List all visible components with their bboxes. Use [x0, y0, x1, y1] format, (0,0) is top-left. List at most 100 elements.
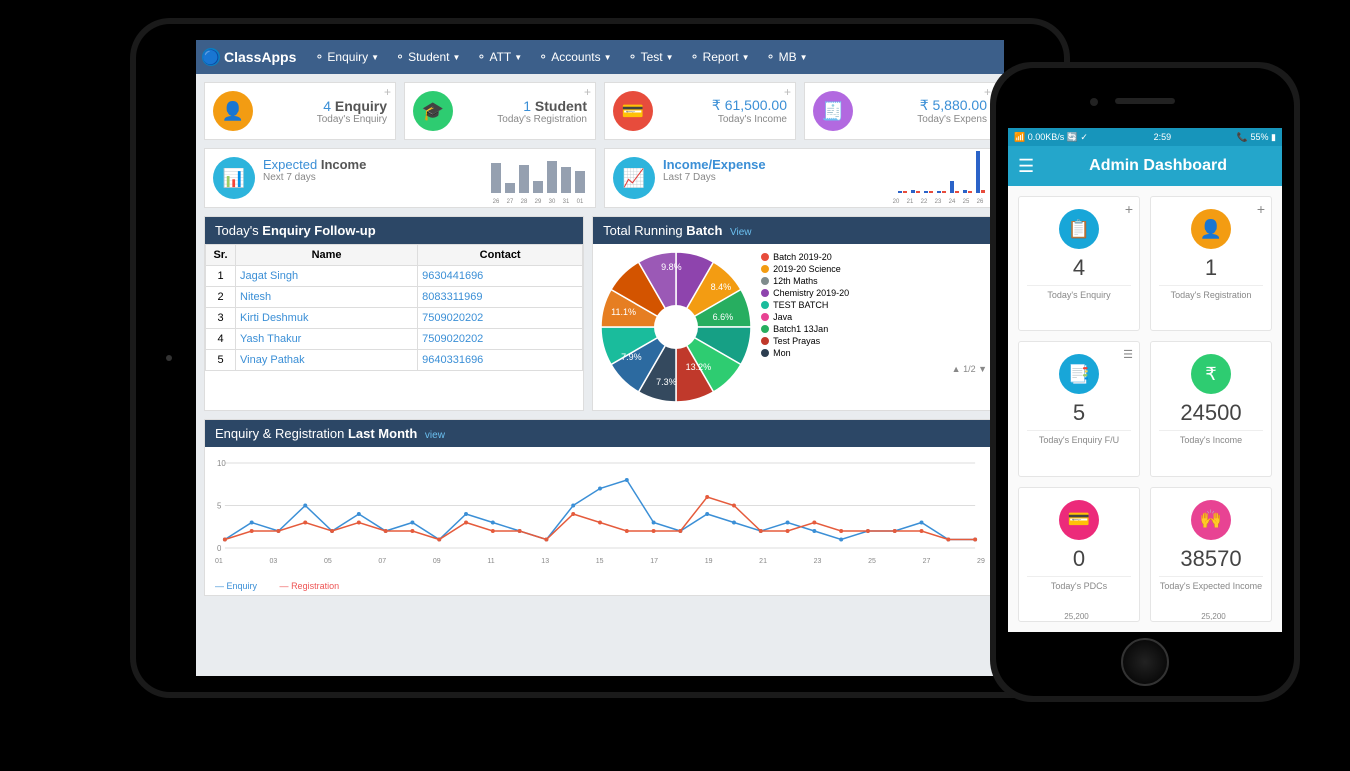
legend-item: Batch1 13Jan	[761, 324, 987, 334]
legend-item: 2019-20 Science	[761, 264, 987, 274]
list-icon[interactable]: ☰	[1123, 348, 1133, 361]
brand-icon: 🔵	[202, 48, 220, 66]
mid-row: Today's Enquiry Follow-up Sr. Name Conta…	[204, 216, 996, 411]
tile-icon: 👤	[1191, 209, 1231, 249]
tablet-device: 🔵 ClassApps ⚬ Enquiry ▼⚬ Student ▼⚬ ATT …	[130, 18, 1070, 698]
last-month-panel: Enquiry & Registration Last Month view 0…	[204, 419, 996, 596]
tile[interactable]: +📋4Today's Enquiry	[1018, 196, 1140, 331]
nav-report[interactable]: ⚬ Report ▼	[682, 50, 758, 64]
plus-icon[interactable]: +	[784, 85, 791, 99]
plus-icon[interactable]: +	[1257, 201, 1265, 217]
table-row: 2Nitesh8083311969	[206, 287, 583, 308]
plus-icon[interactable]: +	[584, 85, 591, 99]
phone-bezel: 📶 0.00KB/s 🔄 ✓ 2:59 📞 55% ▮ ☰ Admin Dash…	[996, 68, 1294, 696]
legend-pager[interactable]: ▲ 1/2 ▼	[761, 364, 987, 374]
plus-icon[interactable]: +	[1125, 201, 1133, 217]
phone-device: 📶 0.00KB/s 🔄 ✓ 2:59 📞 55% ▮ ☰ Admin Dash…	[990, 62, 1300, 702]
tile-label: Today's PDCs	[1027, 581, 1131, 591]
tile-value: 4	[1027, 255, 1131, 281]
income-expense-card: 📈 Income/Expense Last 7 Days 20212223242…	[604, 148, 996, 208]
tile[interactable]: ☰ 📑 5 Today's Enquiry F/U	[1018, 341, 1140, 476]
stat-icon: 🎓	[413, 91, 453, 131]
tile[interactable]: 🙌38570Today's Expected Income	[1150, 487, 1272, 622]
stat-icon: 🧾	[813, 91, 853, 131]
enquiry-contact-link[interactable]: 7509020202	[422, 312, 483, 324]
bar-chart-icon: 📈	[613, 157, 655, 199]
tablet-camera	[166, 355, 172, 361]
nav-mb[interactable]: ⚬ MB ▼	[758, 50, 816, 64]
batch-header: Total Running Batch View	[593, 217, 995, 244]
enquiry-contact-link[interactable]: 7509020202	[422, 333, 483, 345]
enquiry-followup-panel: Today's Enquiry Follow-up Sr. Name Conta…	[204, 216, 584, 411]
tile-label: Today's Enquiry F/U	[1027, 435, 1131, 445]
stat-card[interactable]: +💳₹ 61,500.00 Today's Income	[604, 82, 796, 140]
plus-icon[interactable]: +	[384, 85, 391, 99]
tile[interactable]: 💳 0 Today's PDCs	[1018, 487, 1140, 622]
enquiry-contact-link[interactable]: 8083311969	[422, 291, 482, 303]
tile-icon: 📑	[1059, 354, 1099, 394]
last-month-view[interactable]: view	[425, 430, 445, 441]
enquiry-contact-link[interactable]: 9640331696	[422, 354, 483, 366]
nav-enquiry[interactable]: ⚬ Enquiry ▼	[306, 50, 387, 64]
phone-camera	[1090, 98, 1098, 106]
status-bar: 📶 0.00KB/s 🔄 ✓ 2:59 📞 55% ▮	[1008, 128, 1282, 146]
line-legend: — Enquiry — Registration	[205, 577, 995, 595]
tile[interactable]: + 👤 1 Today's Registration	[1150, 196, 1272, 331]
nav-accounts[interactable]: ⚬ Accounts ▼	[530, 50, 619, 64]
phone-bottom: 25,200 25,200	[1008, 612, 1282, 632]
expected-labels: 26272829303101	[491, 199, 585, 205]
stat-icon: 👤	[213, 91, 253, 131]
tile-value: 0	[1027, 546, 1131, 572]
tile-label: Today's Expected Income	[1159, 581, 1263, 591]
legend-item: Batch 2019-20	[761, 252, 987, 262]
enquiry-name-link[interactable]: Jagat Singh	[240, 270, 298, 282]
brand-text: ClassApps	[224, 49, 296, 65]
tile-label: Today's Income	[1159, 435, 1263, 445]
nav-test[interactable]: ⚬ Test ▼	[620, 50, 682, 64]
status-left: 📶 0.00KB/s 🔄 ✓	[1014, 132, 1088, 143]
table-row: 3Kirti Deshmuk7509020202	[206, 308, 583, 329]
col-sr: Sr.	[206, 245, 236, 266]
enquiry-name-link[interactable]: Nitesh	[240, 291, 271, 303]
tile-value: 1	[1159, 255, 1263, 281]
navbar: 🔵 ClassApps ⚬ Enquiry ▼⚬ Student ▼⚬ ATT …	[196, 40, 1004, 74]
stat-card[interactable]: +👤4 EnquiryToday's Enquiry	[204, 82, 396, 140]
enquiry-contact-link[interactable]: 9630441696	[422, 270, 483, 282]
line-chart: 0510 010305070911131517192123252729	[205, 447, 995, 577]
ie-labels: 20212223242526	[891, 199, 985, 205]
dashboard-content: +👤4 EnquiryToday's Enquiry+🎓1 StudentTod…	[196, 74, 1004, 604]
legend-item: 12th Maths	[761, 276, 987, 286]
pie-legend: Batch 2019-202019-20 Science12th MathsCh…	[751, 252, 987, 402]
tile-icon: 💳	[1059, 500, 1099, 540]
chart-row: 📊 Expected Income Next 7 days 2627282930…	[204, 148, 996, 208]
tile-value: 38570	[1159, 546, 1263, 572]
tile[interactable]: ₹24500Today's Income	[1150, 341, 1272, 476]
tile-icon: ₹	[1191, 354, 1231, 394]
enquiry-name-link[interactable]: Yash Thakur	[240, 333, 301, 345]
menu-icon[interactable]: ☰	[1018, 156, 1034, 177]
tile-label: Today's Enquiry	[1027, 290, 1131, 300]
phone-speaker	[1115, 98, 1175, 104]
tile-label: Today's Registration	[1159, 290, 1263, 300]
expected-bold: Income	[321, 157, 367, 172]
enquiry-header: Today's Enquiry Follow-up	[205, 217, 583, 244]
phone-home-button[interactable]	[1121, 638, 1169, 686]
batch-view-link[interactable]: View	[730, 227, 752, 238]
expected-title: Expected	[263, 157, 317, 172]
legend-item: Test Prayas	[761, 336, 987, 346]
enquiry-name-link[interactable]: Kirti Deshmuk	[240, 312, 308, 324]
stat-card[interactable]: +🎓1 StudentToday's Registration	[404, 82, 596, 140]
table-row: 5Vinay Pathak9640331696	[206, 350, 583, 371]
stat-card[interactable]: +🧾₹ 5,880.00 Today's Expens	[804, 82, 996, 140]
tile-value: 5	[1027, 400, 1131, 426]
phone-screen: 📶 0.00KB/s 🔄 ✓ 2:59 📞 55% ▮ ☰ Admin Dash…	[1008, 128, 1282, 632]
stat-icon: 💳	[613, 91, 653, 131]
enquiry-name-link[interactable]: Vinay Pathak	[240, 354, 305, 366]
nav-att[interactable]: ⚬ ATT ▼	[468, 50, 530, 64]
legend-item: Java	[761, 312, 987, 322]
app-title: Admin Dashboard	[1044, 157, 1272, 175]
table-row: 1Jagat Singh9630441696	[206, 266, 583, 287]
brand[interactable]: 🔵 ClassApps	[202, 48, 296, 66]
nav-student[interactable]: ⚬ Student ▼	[387, 50, 468, 64]
phone-grid: +📋4Today's Enquiry+👤1Today's Registratio…	[1008, 186, 1282, 632]
